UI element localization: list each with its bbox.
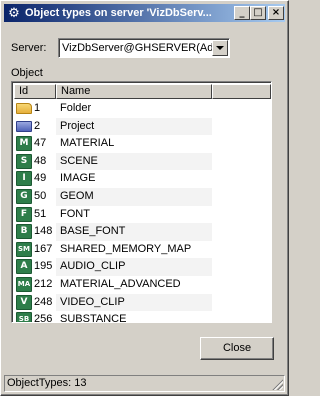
row-name: IMAGE bbox=[60, 172, 96, 185]
row-id: 2 bbox=[34, 119, 41, 132]
list-item[interactable]: 2 Project bbox=[14, 117, 271, 136]
list-item[interactable]: MA 212 MATERIAL_ADVANCED bbox=[14, 276, 271, 294]
window-title: Object types on server 'VizDbServ... bbox=[25, 7, 212, 19]
row-id: 256 bbox=[34, 313, 53, 323]
row-id: 248 bbox=[34, 295, 53, 308]
row-name: SHARED_MEMORY_MAP bbox=[60, 242, 192, 255]
font-icon: F bbox=[16, 206, 32, 222]
row-name: SCENE bbox=[60, 154, 98, 167]
project-icon bbox=[16, 120, 32, 132]
object-group-label: Object bbox=[11, 67, 43, 79]
list-item[interactable]: 1 Folder bbox=[14, 100, 271, 118]
list-item[interactable]: F 51 FONT bbox=[14, 206, 271, 224]
list-item[interactable]: I 49 IMAGE bbox=[14, 170, 271, 188]
list-header: Id Name bbox=[14, 84, 271, 99]
row-id: 50 bbox=[34, 189, 47, 202]
server-label: Server: bbox=[11, 42, 47, 54]
list-item[interactable]: G 50 GEOM bbox=[14, 187, 271, 206]
video-clip-icon: V bbox=[16, 294, 32, 310]
geom-icon: G bbox=[16, 188, 32, 204]
list-item[interactable]: SM 167 SHARED_MEMORY_MAP bbox=[14, 241, 271, 259]
gear-icon: ⚙ bbox=[8, 5, 20, 20]
list-item[interactable]: S 48 SCENE bbox=[14, 152, 271, 171]
server-select[interactable]: VizDbServer@GHSERVER(Admin bbox=[58, 38, 230, 58]
maximize-button[interactable]: □ bbox=[250, 6, 266, 20]
list-item[interactable]: B 148 BASE_FONT bbox=[14, 223, 271, 241]
status-text: ObjectTypes: 13 bbox=[7, 377, 87, 389]
row-id: 1 bbox=[34, 102, 41, 114]
server-select-value: VizDbServer@GHSERVER(Admin bbox=[62, 42, 212, 54]
row-name: AUDIO_CLIP bbox=[60, 260, 126, 273]
row-id: 167 bbox=[34, 242, 53, 255]
list-rows: 1 Folder 2 Project M 47 MATERIAL S 48 SCENE I 49 IMA… bbox=[14, 100, 271, 323]
row-id: 49 bbox=[34, 172, 47, 185]
scene-icon: S bbox=[16, 153, 32, 169]
row-name: SUBSTANCE bbox=[60, 313, 127, 323]
list-item[interactable]: M 47 MATERIAL bbox=[14, 135, 271, 153]
material-icon: M bbox=[16, 136, 32, 152]
column-header-id[interactable]: Id bbox=[14, 84, 56, 99]
object-types-dialog: ⚙ Object types on server 'VizDbServ... _… bbox=[0, 0, 289, 396]
list-item[interactable]: A 195 AUDIO_CLIP bbox=[14, 258, 271, 276]
row-name: BASE_FONT bbox=[60, 225, 126, 238]
row-name: FONT bbox=[60, 207, 90, 220]
row-name: MATERIAL_ADVANCED bbox=[60, 277, 181, 290]
column-header-name[interactable]: Name bbox=[56, 84, 212, 99]
base-font-icon: B bbox=[16, 224, 32, 240]
row-id: 212 bbox=[34, 277, 53, 290]
title-bar[interactable]: ⚙ Object types on server 'VizDbServ... _… bbox=[4, 4, 285, 22]
status-bar: ObjectTypes: 13 bbox=[4, 375, 285, 392]
row-name: Folder bbox=[60, 102, 92, 114]
row-name: MATERIAL bbox=[60, 137, 115, 150]
row-id: 51 bbox=[34, 207, 47, 220]
image-icon: I bbox=[16, 171, 32, 187]
chevron-down-icon[interactable] bbox=[212, 40, 228, 56]
substance-icon: SB bbox=[16, 312, 32, 322]
row-id: 148 bbox=[34, 225, 53, 238]
close-window-button[interactable]: × bbox=[268, 6, 284, 20]
material-advanced-icon: MA bbox=[16, 276, 32, 292]
row-id: 47 bbox=[34, 137, 47, 150]
row-id: 48 bbox=[34, 154, 47, 167]
row-name: Project bbox=[60, 119, 95, 132]
list-item[interactable]: SB 256 SUBSTANCE bbox=[14, 311, 271, 323]
shared-memory-map-icon: SM bbox=[16, 241, 32, 257]
resize-grip[interactable] bbox=[271, 378, 283, 390]
audio-clip-icon: A bbox=[16, 259, 32, 275]
row-id: 195 bbox=[34, 260, 53, 273]
object-types-list[interactable]: Id Name 1 Folder 2 Project M 47 MATERIAL S 48 SCE… bbox=[11, 81, 272, 323]
minimize-button[interactable]: _ bbox=[234, 6, 250, 20]
row-name: VIDEO_CLIP bbox=[60, 295, 125, 308]
row-name: GEOM bbox=[60, 189, 94, 202]
list-item[interactable]: V 248 VIDEO_CLIP bbox=[14, 293, 271, 312]
close-button[interactable]: Close bbox=[200, 337, 274, 360]
folder-icon bbox=[16, 103, 32, 114]
column-header-extra[interactable] bbox=[212, 84, 271, 99]
